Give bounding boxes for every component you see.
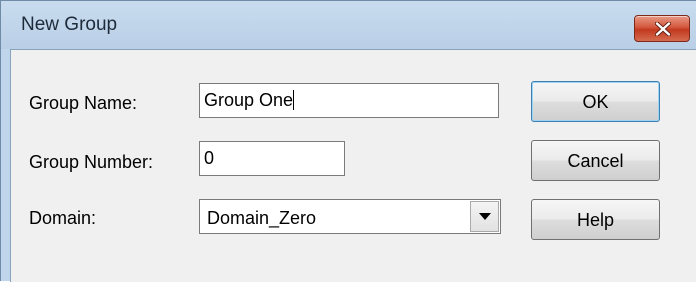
- dialog-title: New Group: [21, 14, 118, 35]
- title-bar[interactable]: New Group: [1, 1, 696, 49]
- group-name-label: Group Name:: [29, 93, 138, 113]
- ok-button[interactable]: OK: [531, 81, 660, 122]
- dropdown-arrow-icon: [479, 213, 491, 220]
- cancel-button[interactable]: Cancel: [531, 140, 660, 181]
- ok-button-label: OK: [582, 92, 609, 112]
- close-x-icon: [655, 22, 671, 36]
- help-button-label: Help: [576, 210, 615, 230]
- new-group-dialog: New Group Group Name: Group One Group Nu…: [0, 0, 696, 282]
- close-button[interactable]: [634, 15, 690, 42]
- domain-label: Domain:: [29, 208, 97, 228]
- domain-select[interactable]: Domain_Zero: [199, 199, 501, 234]
- help-button[interactable]: Help: [531, 199, 660, 240]
- domain-dropdown-button[interactable]: [470, 201, 499, 232]
- text-caret: [293, 90, 295, 110]
- domain-select-value: Domain_Zero: [207, 208, 317, 228]
- cancel-button-label: Cancel: [567, 151, 624, 171]
- group-name-value: Group One: [204, 90, 294, 110]
- dialog-client-area: Group Name: Group One Group Number: 0 Do…: [10, 49, 696, 282]
- group-name-input[interactable]: Group One: [199, 83, 499, 118]
- group-number-input[interactable]: 0: [199, 141, 345, 176]
- group-number-value: 0: [204, 148, 215, 168]
- group-number-label: Group Number:: [29, 152, 154, 172]
